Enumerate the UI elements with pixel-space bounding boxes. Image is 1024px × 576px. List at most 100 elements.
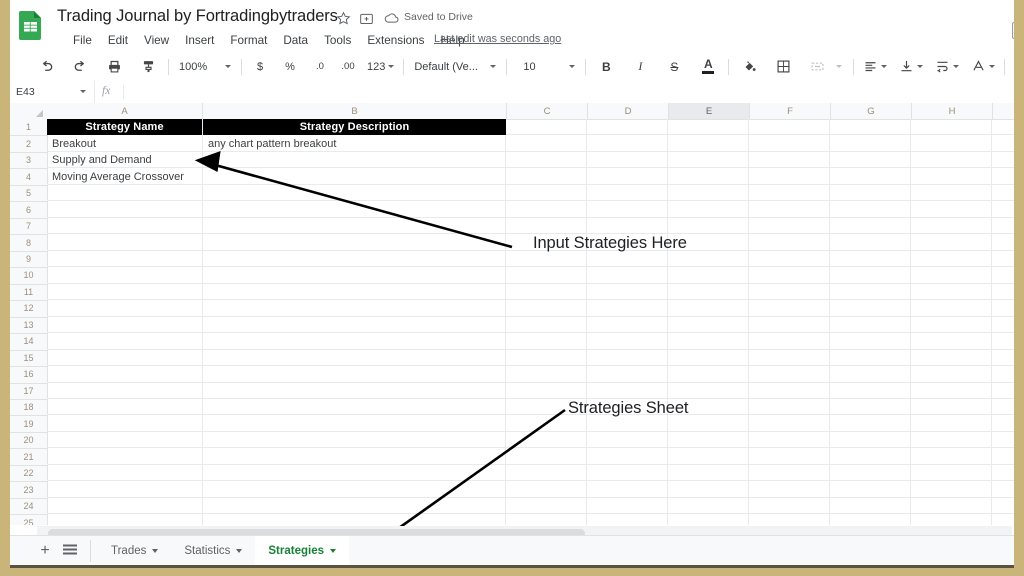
last-edit-link[interactable]: Last edit was seconds ago [434, 33, 561, 45]
row-header-14[interactable]: 14 [10, 333, 47, 350]
menu-edit[interactable]: Edit [100, 34, 136, 47]
all-sheets-icon[interactable] [62, 543, 78, 558]
cell-b2[interactable]: any chart pattern breakout [203, 135, 511, 151]
chevron-down-icon [989, 65, 995, 68]
row-header-8[interactable]: 8 [10, 234, 47, 251]
sheet-tab-statistics[interactable]: Statistics [171, 536, 255, 565]
chevron-down-icon [388, 65, 394, 68]
cell-a2[interactable]: Breakout [47, 135, 207, 151]
bold-button[interactable]: B [592, 56, 620, 78]
row-header-2[interactable]: 2 [10, 135, 47, 152]
merge-cells-icon[interactable] [803, 56, 831, 78]
row-header-23[interactable]: 23 [10, 481, 47, 498]
currency-format-button[interactable]: $ [248, 56, 272, 78]
column-header-h[interactable]: H [912, 103, 993, 119]
redo-icon[interactable] [66, 56, 94, 78]
row-header-20[interactable]: 20 [10, 432, 47, 449]
text-wrapping-icon[interactable] [932, 56, 962, 78]
name-box[interactable]: E43 [10, 81, 95, 103]
row-header-21[interactable]: 21 [10, 448, 47, 465]
menu-view[interactable]: View [136, 34, 177, 47]
horizontal-align-icon[interactable] [860, 56, 890, 78]
row-header-6[interactable]: 6 [10, 201, 47, 218]
header-cell-strategy-name[interactable]: Strategy Name [47, 119, 202, 135]
menu-data[interactable]: Data [275, 34, 316, 47]
move-to-folder-icon[interactable] [359, 11, 374, 26]
row-header-22[interactable]: 22 [10, 465, 47, 482]
column-header-d[interactable]: D [588, 103, 669, 119]
column-header-b[interactable]: B [203, 103, 507, 119]
sheet-tab-strategies[interactable]: Strategies [255, 536, 349, 565]
row-header-25[interactable]: 25 [10, 514, 47, 525]
font-family-selector[interactable]: Default (Ve... [410, 56, 500, 78]
chevron-down-icon [917, 65, 923, 68]
sheet-tabs: Trades Statistics Strategies [98, 536, 349, 565]
row-header-24[interactable]: 24 [10, 498, 47, 515]
row-header-13[interactable]: 13 [10, 317, 47, 334]
column-header-e[interactable]: E [669, 103, 750, 119]
percent-format-button[interactable]: % [278, 56, 302, 78]
formula-input[interactable] [130, 81, 1014, 103]
vertical-align-icon[interactable] [896, 56, 926, 78]
row-header-12[interactable]: 12 [10, 300, 47, 317]
column-header-f[interactable]: F [750, 103, 831, 119]
cell-a3[interactable]: Supply and Demand [47, 152, 207, 168]
print-icon[interactable] [100, 56, 128, 78]
row-header-10[interactable]: 10 [10, 267, 47, 284]
chevron-down-icon[interactable] [330, 549, 336, 553]
row-header-3[interactable]: 3 [10, 152, 47, 169]
row-header-17[interactable]: 17 [10, 383, 47, 400]
text-color-button[interactable]: A [694, 56, 722, 78]
menu-insert[interactable]: Insert [177, 34, 222, 47]
header-cell-strategy-description[interactable]: Strategy Description [203, 119, 506, 135]
borders-icon[interactable] [769, 56, 797, 78]
window-edge-control[interactable] [1012, 22, 1014, 39]
column-header-extra[interactable] [993, 103, 1014, 119]
grid-cells[interactable]: Strategy Name Strategy Description Break… [47, 119, 1014, 525]
menu-format[interactable]: Format [222, 34, 275, 47]
more-formats-button[interactable]: 123 [364, 56, 397, 78]
row-header-11[interactable]: 11 [10, 284, 47, 301]
fill-color-icon[interactable] [735, 56, 763, 78]
insert-link-icon[interactable] [1011, 56, 1014, 78]
italic-button[interactable]: I [626, 56, 654, 78]
row-header-18[interactable]: 18 [10, 399, 47, 416]
row-header-5[interactable]: 5 [10, 185, 47, 202]
grid-row-line [47, 497, 1014, 498]
chevron-down-icon[interactable] [152, 549, 158, 553]
column-header-g[interactable]: G [831, 103, 912, 119]
menu-bar: File Edit View Insert Format Data Tools … [65, 31, 473, 49]
font-size-selector[interactable]: 10 [513, 56, 579, 78]
zoom-selector[interactable]: 100% [175, 56, 235, 78]
add-sheet-icon[interactable]: + [36, 542, 54, 560]
sheet-tab-trades[interactable]: Trades [98, 536, 171, 565]
column-header-c[interactable]: C [507, 103, 588, 119]
grid-row-line [47, 513, 1014, 514]
menu-extensions[interactable]: Extensions [359, 34, 432, 47]
strikethrough-button[interactable]: S [660, 56, 688, 78]
menu-file[interactable]: File [65, 34, 100, 47]
row-header-4[interactable]: 4 [10, 168, 47, 185]
row-header-9[interactable]: 9 [10, 251, 47, 268]
paint-format-icon[interactable] [134, 56, 162, 78]
chevron-down-icon[interactable] [236, 549, 242, 553]
star-icon[interactable] [336, 11, 351, 26]
grid-row-line [47, 398, 1014, 399]
menu-tools[interactable]: Tools [316, 34, 359, 47]
column-header-a[interactable]: A [47, 103, 203, 119]
document-title[interactable]: Trading Journal by Fortradingbytraders [57, 7, 338, 26]
decrease-decimal-button[interactable]: .0 [308, 56, 332, 78]
cell-a4[interactable]: Moving Average Crossover [47, 168, 242, 184]
grid-row-line [47, 431, 1014, 432]
text-rotation-icon[interactable] [968, 56, 998, 78]
row-header-1[interactable]: 1 [10, 119, 47, 136]
row-header-16[interactable]: 16 [10, 366, 47, 383]
increase-decimal-button[interactable]: .00 [336, 56, 360, 78]
row-header-15[interactable]: 15 [10, 350, 47, 367]
merge-options-dropdown[interactable] [831, 56, 847, 78]
sheets-logo-icon [19, 11, 43, 40]
select-all-corner[interactable] [10, 103, 48, 119]
row-header-19[interactable]: 19 [10, 415, 47, 432]
undo-icon[interactable] [32, 56, 60, 78]
row-header-7[interactable]: 7 [10, 218, 47, 235]
